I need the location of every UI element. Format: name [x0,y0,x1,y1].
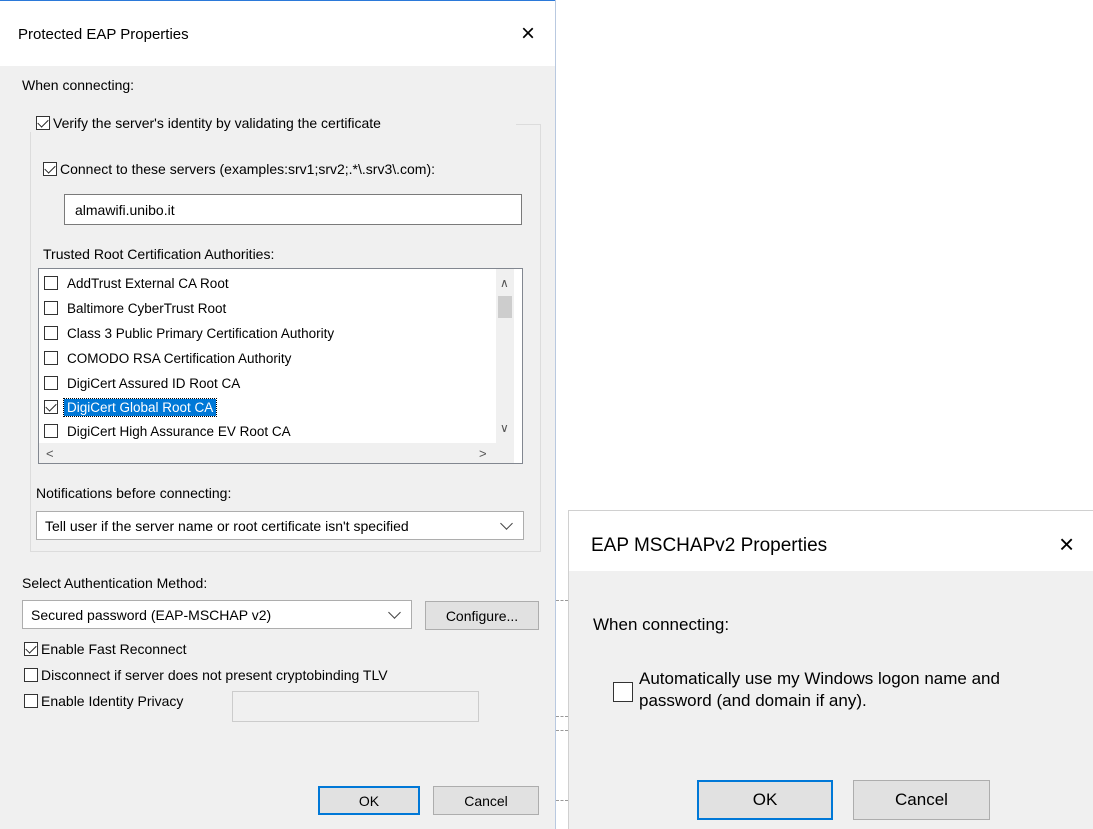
verify-identity-checkbox[interactable]: Verify the server's identity by validati… [36,115,381,131]
when-connecting-label: When connecting: [22,77,135,93]
scroll-left-icon[interactable]: < [46,446,54,461]
auto-logon-label-line1[interactable]: Automatically use my Windows logon name … [639,669,1000,689]
list-item[interactable]: COMODO RSA Certification Authority [44,347,294,369]
cancel-button[interactable]: Cancel [433,786,539,815]
group-border-bottom [30,551,541,552]
checkbox-icon[interactable] [44,400,58,414]
certificate-name: DigiCert Global Root CA [62,397,218,417]
when-connecting-label: When connecting: [593,615,730,634]
close-icon[interactable]: × [1059,531,1074,557]
identity-privacy-input [232,691,479,722]
horizontal-scrollbar[interactable] [39,443,514,463]
scroll-down-icon[interactable]: ∨ [500,421,509,435]
auto-logon-checkbox[interactable] [613,682,633,702]
checkbox-icon [24,642,38,656]
cryptobinding-label: Disconnect if server does not present cr… [41,667,388,683]
checkbox-icon [36,116,50,130]
checkbox-icon[interactable] [44,276,58,290]
fast-reconnect-checkbox[interactable]: Enable Fast Reconnect [24,641,187,657]
group-border-left [30,124,31,552]
checkbox-icon[interactable] [44,301,58,315]
auth-method-dropdown[interactable]: Secured password (EAP-MSCHAP v2) [22,600,412,629]
cancel-button[interactable]: Cancel [853,780,990,820]
servers-value: almawifi.unibo.it [75,201,175,218]
checkbox-icon[interactable] [44,351,58,365]
certificate-name: DigiCert High Assurance EV Root CA [67,423,291,439]
checkbox-icon [43,162,57,176]
certificate-name: Class 3 Public Primary Certification Aut… [67,325,335,341]
trusted-root-label: Trusted Root Certification Authorities: [43,246,275,262]
checkbox-icon[interactable] [44,376,58,390]
connect-servers-checkbox[interactable]: Connect to these servers (examples:srv1;… [43,161,435,177]
list-item-selected[interactable]: DigiCert Global Root CA [44,396,218,418]
ok-button[interactable]: OK [318,786,420,815]
certificate-name: Baltimore CyberTrust Root [67,300,227,316]
auth-method-label: Select Authentication Method: [22,575,208,591]
configure-button[interactable]: Configure... [425,601,539,630]
cryptobinding-checkbox[interactable]: Disconnect if server does not present cr… [24,667,388,683]
checkbox-icon [24,694,38,708]
notifications-value: Tell user if the server name or root cer… [45,517,409,534]
auth-method-value: Secured password (EAP-MSCHAP v2) [31,606,272,623]
notifications-dropdown[interactable]: Tell user if the server name or root cer… [36,511,524,540]
notifications-label: Notifications before connecting: [36,485,232,501]
list-item[interactable]: AddTrust External CA Root [44,272,232,294]
group-border-right [540,124,541,552]
connect-servers-label: Connect to these servers (examples:srv1;… [60,161,436,177]
list-item[interactable]: DigiCert Assured ID Root CA [44,372,243,394]
chevron-down-icon [388,606,401,619]
identity-privacy-label: Enable Identity Privacy [41,693,184,709]
identity-privacy-checkbox[interactable]: Enable Identity Privacy [24,693,183,709]
checkbox-icon[interactable] [44,424,58,438]
close-icon[interactable]: × [521,22,535,46]
certificate-name: COMODO RSA Certification Authority [67,350,292,366]
verify-identity-label: Verify the server's identity by validati… [53,115,381,131]
scroll-up-icon[interactable]: ∧ [500,276,509,290]
certificate-name: DigiCert Assured ID Root CA [67,375,241,391]
dialog-title: EAP MSCHAPv2 Properties [591,535,828,556]
mschapv2-dialog: EAP MSCHAPv2 Properties × When connectin… [568,510,1093,829]
chevron-down-icon [500,517,513,530]
list-item[interactable]: Baltimore CyberTrust Root [44,297,229,319]
auto-logon-label-line2[interactable]: password (and domain if any). [639,691,867,711]
checkbox-icon[interactable] [44,326,58,340]
protected-eap-dialog: Protected EAP Properties × When connecti… [0,0,556,829]
vertical-scroll-thumb[interactable] [498,296,512,318]
fast-reconnect-label: Enable Fast Reconnect [41,641,187,657]
servers-input[interactable]: almawifi.unibo.it [64,194,522,225]
list-item[interactable]: DigiCert High Assurance EV Root CA [44,420,294,442]
certificate-name: AddTrust External CA Root [67,275,229,291]
certificate-list[interactable]: AddTrust External CA Root Baltimore Cybe… [38,268,523,464]
scroll-right-icon[interactable]: > [479,446,487,461]
dialog-title: Protected EAP Properties [18,26,189,43]
list-item[interactable]: Class 3 Public Primary Certification Aut… [44,322,337,344]
ok-button[interactable]: OK [697,780,833,820]
checkbox-icon [24,668,38,682]
